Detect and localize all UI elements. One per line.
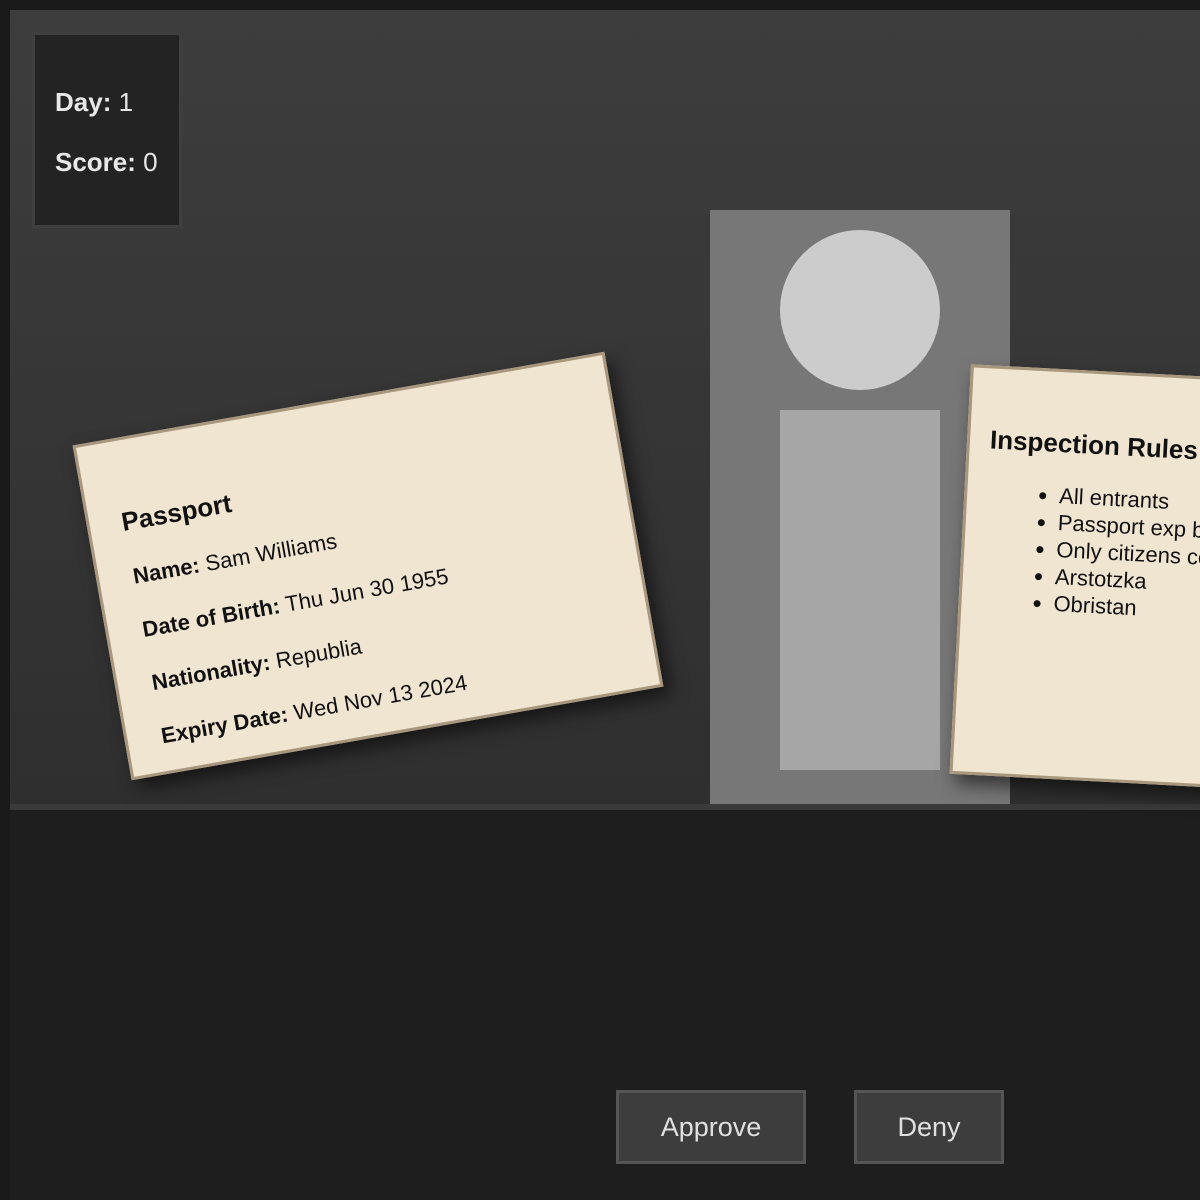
entrant-head	[780, 230, 940, 390]
inspection-rules-document[interactable]: Inspection Rules All entrants Passport e…	[949, 364, 1200, 796]
game-frame: Day: 1 Score: 0 Passport Name: Sam Willi…	[10, 10, 1200, 1200]
entrant-body	[780, 410, 940, 770]
field-label: Expiry Date:	[159, 701, 290, 749]
rule-item: Obristan	[1053, 590, 1200, 633]
score-value: 0	[143, 147, 158, 177]
field-label: Date of Birth:	[140, 593, 283, 642]
field-label: Name:	[131, 552, 202, 589]
field-value: Republia	[273, 633, 364, 674]
day-value: 1	[118, 87, 134, 117]
day-counter: Day: 1	[55, 87, 133, 118]
field-value: Wed Nov 13 2024	[291, 669, 470, 725]
rules-list: All entrants Passport exp before today O…	[1053, 482, 1200, 633]
deny-button[interactable]: Deny	[854, 1090, 1004, 1164]
rules-title: Inspection Rules	[989, 424, 1199, 466]
approve-button[interactable]: Approve	[616, 1090, 806, 1164]
passport-nationality-field: Nationality: Republia	[150, 634, 364, 697]
day-label: Day:	[55, 87, 112, 117]
status-panel: Day: 1 Score: 0	[32, 32, 182, 228]
passport-title: Passport	[119, 488, 234, 537]
field-value: Thu Jun 30 1955	[283, 563, 451, 617]
score-label: Score:	[55, 147, 136, 177]
score-counter: Score: 0	[55, 147, 158, 178]
passport-name-field: Name: Sam Williams	[131, 528, 339, 589]
field-value: Sam Williams	[203, 528, 339, 576]
field-label: Nationality:	[149, 649, 273, 696]
